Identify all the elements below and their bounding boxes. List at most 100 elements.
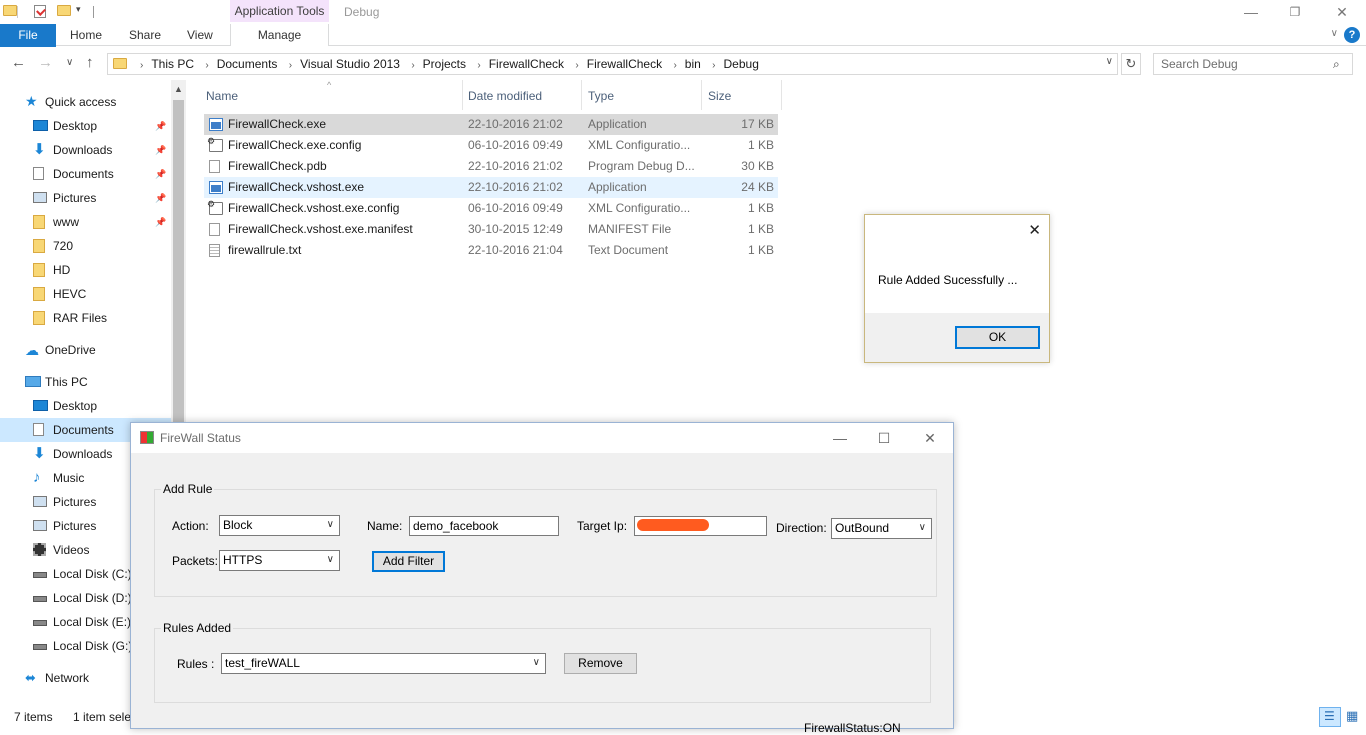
tab-share[interactable]: Share	[129, 24, 161, 46]
minimize-button[interactable]: —	[1236, 2, 1266, 22]
rules-select[interactable]: test_fireWALL ∨	[221, 653, 546, 674]
music-icon: ♪	[33, 469, 41, 486]
column-header-name[interactable]: Name	[206, 88, 238, 110]
sidebar-item-rar-files[interactable]: RAR Files	[0, 306, 171, 330]
breadcrumb-separator: ›	[477, 60, 481, 71]
refresh-button[interactable]: ↻	[1121, 53, 1141, 75]
recent-locations-icon[interactable]: ∨	[66, 57, 73, 68]
pin-icon: 📌	[155, 145, 167, 155]
chevron-down-icon[interactable]: ∨	[1106, 56, 1113, 67]
file-row[interactable]: FirewallCheck.vshost.exe.config 06-10-201…	[204, 198, 778, 219]
file-row[interactable]: firewallrule.txt 22-10-2016 21:04 Text Doc…	[204, 240, 778, 261]
sidebar-item-hevc[interactable]: HEVC	[0, 282, 171, 306]
direction-select[interactable]: OutBound ∨	[831, 518, 932, 539]
folder-icon	[33, 215, 45, 229]
sidebar-item-label: Downloads	[53, 447, 113, 461]
file-name: FirewallCheck.pdb	[228, 159, 327, 173]
column-divider[interactable]	[781, 80, 782, 110]
remove-button[interactable]: Remove	[564, 653, 637, 674]
sidebar-item-pictures[interactable]: Pictures 📌	[0, 186, 171, 210]
column-header-date-modified[interactable]: Date modified	[468, 88, 542, 110]
file-row[interactable]: FirewallCheck.exe.config 06-10-2016 09:49…	[204, 135, 778, 156]
file-row[interactable]: FirewallCheck.pdb 22-10-2016 21:02 Program…	[204, 156, 778, 177]
large-icons-view-icon[interactable]	[1344, 708, 1362, 726]
add-filter-button[interactable]: Add Filter	[372, 551, 445, 572]
action-select[interactable]: Block ∨	[219, 515, 340, 536]
close-icon[interactable]: ✕	[1028, 221, 1041, 239]
sidebar-item-www[interactable]: www 📌	[0, 210, 171, 234]
sidebar-item-label: Network	[45, 671, 90, 685]
details-view-icon[interactable]	[1319, 707, 1341, 727]
scroll-up-arrow-icon[interactable]: ▲	[174, 84, 183, 94]
new-folder-icon[interactable]	[57, 5, 71, 16]
maximize-button[interactable]: ☐	[869, 428, 899, 448]
sidebar-item-hd[interactable]: HD	[0, 258, 171, 282]
back-arrow-icon[interactable]: ←	[11, 54, 26, 71]
sidebar-item-this-pc[interactable]: This PC	[0, 370, 171, 394]
ok-button[interactable]: OK	[955, 326, 1040, 349]
column-divider[interactable]	[701, 80, 702, 110]
breadcrumb-item[interactable]: bin	[685, 57, 701, 71]
breadcrumb-separator: ›	[205, 60, 209, 71]
chevron-down-icon[interactable]: ∨	[1331, 28, 1338, 39]
navigation-pane-scrollbar[interactable]: ▲	[171, 80, 186, 425]
help-icon[interactable]: ?	[1344, 27, 1360, 43]
file-row[interactable]: FirewallCheck.exe 22-10-2016 21:02 Applica…	[204, 114, 778, 135]
breadcrumb-item[interactable]: FirewallCheck	[587, 57, 662, 71]
file-row[interactable]: FirewallCheck.vshost.exe 22-10-2016 21:02…	[204, 177, 778, 198]
customize-toolbar-icon[interactable]: ▾	[76, 4, 81, 15]
tab-home[interactable]: Home	[70, 24, 102, 46]
search-icon: ⌕	[1333, 57, 1340, 71]
packets-select[interactable]: HTTPS ∨	[219, 550, 340, 571]
breadcrumb-item[interactable]: Documents	[217, 57, 278, 71]
desktop-icon	[33, 400, 48, 411]
star-icon: ★	[25, 93, 38, 109]
restore-button[interactable]: ❐	[1280, 2, 1310, 22]
item-count: 7 items	[14, 710, 53, 724]
message-box: ✕ Rule Added Sucessfully ... OK	[864, 214, 1050, 363]
breadcrumb-item[interactable]: This PC	[151, 57, 194, 71]
column-divider[interactable]	[462, 80, 463, 110]
column-header-size[interactable]: Size	[708, 88, 731, 110]
target-ip-input[interactable]	[634, 516, 767, 536]
sidebar-item-label: Desktop	[53, 119, 98, 133]
properties-icon[interactable]	[34, 5, 46, 18]
file-row[interactable]: FirewallCheck.vshost.exe.manifest 30-10-2…	[204, 219, 778, 240]
up-arrow-icon[interactable]: ↑	[86, 54, 94, 71]
breadcrumb-item[interactable]: Debug	[724, 57, 759, 71]
tab-manage[interactable]: Manage	[230, 24, 329, 46]
separator	[17, 6, 18, 18]
scrollbar-thumb[interactable]	[173, 100, 184, 425]
firewall-title-bar: FireWall Status — ☐ ✕	[131, 423, 953, 453]
sidebar-item-720[interactable]: 720	[0, 234, 171, 258]
text-file-icon	[209, 244, 220, 257]
breadcrumb-item[interactable]: Visual Studio 2013	[300, 57, 400, 71]
forward-arrow-icon[interactable]: →	[38, 54, 53, 71]
chevron-down-icon: ∨	[918, 522, 926, 533]
tab-view[interactable]: View	[187, 24, 213, 46]
sidebar-item-label: Music	[53, 471, 85, 485]
address-bar[interactable]: › This PC › Documents › Visual Studio 2013 …	[107, 53, 1118, 75]
direction-value: OutBound	[835, 521, 890, 535]
column-header-type[interactable]: Type	[588, 88, 614, 110]
sidebar-item-desktop[interactable]: Desktop	[0, 394, 171, 418]
close-button[interactable]: ✕	[1327, 2, 1357, 22]
breadcrumb-separator: ›	[288, 60, 293, 71]
sidebar-item-downloads[interactable]: ⬇ Downloads 📌	[0, 138, 171, 162]
file-size: 1 KB	[747, 138, 774, 152]
sidebar-item-label: Local Disk (E:)	[53, 615, 132, 629]
sidebar-item-label: HD	[53, 263, 71, 277]
minimize-button[interactable]: —	[825, 428, 855, 448]
tab-file[interactable]: File	[0, 24, 56, 47]
sidebar-item-desktop[interactable]: Desktop 📌	[0, 114, 171, 138]
sidebar-item-onedrive[interactable]: ☁ OneDrive	[0, 338, 171, 362]
breadcrumb-item[interactable]: Projects	[423, 57, 466, 71]
name-input[interactable]: demo_facebook	[409, 516, 559, 536]
search-input[interactable]: Search Debug	[1153, 53, 1353, 75]
column-divider[interactable]	[581, 80, 582, 110]
close-button[interactable]: ✕	[915, 428, 945, 448]
sidebar-item-quick-access[interactable]: ★ Quick access	[0, 90, 171, 114]
sidebar-item-documents[interactable]: Documents 📌	[0, 162, 171, 186]
cloud-icon: ☁	[25, 342, 39, 358]
breadcrumb-item[interactable]: FirewallCheck	[489, 57, 564, 71]
